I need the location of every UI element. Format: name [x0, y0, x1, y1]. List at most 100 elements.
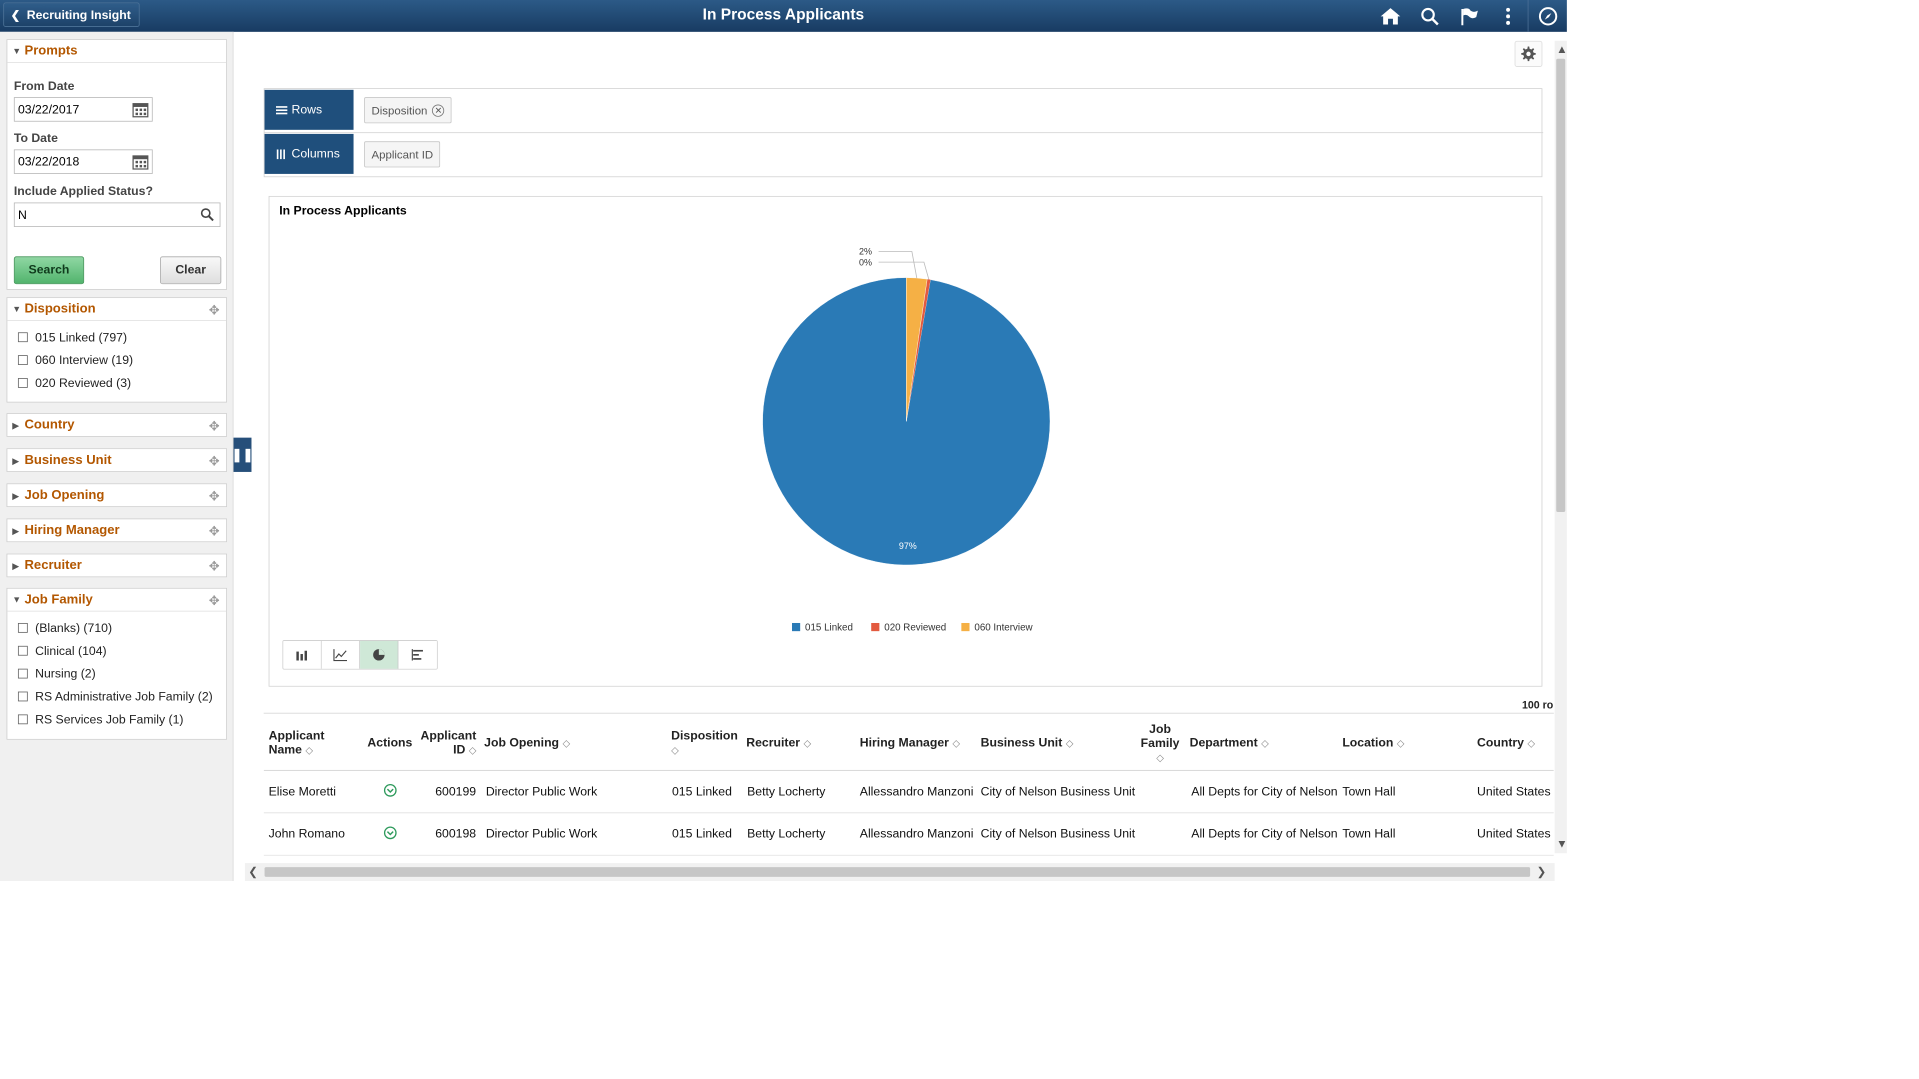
col-applicant-name[interactable]: Applicant Name ◇	[269, 729, 325, 758]
rows-chip[interactable]: Disposition ✕	[364, 97, 452, 124]
applied-status-field[interactable]: N	[13, 202, 221, 227]
prompts-header[interactable]: ▼ Prompts	[7, 40, 227, 63]
move-icon[interactable]: ✥	[209, 558, 220, 574]
action-chevron-icon[interactable]	[383, 783, 398, 801]
bar-chart-icon[interactable]	[283, 640, 322, 669]
from-date-field[interactable]: 03/22/2017	[13, 97, 153, 122]
country-facet[interactable]: ▶ Country ✥	[6, 413, 227, 437]
horizontal-scrollbar[interactable]: ❮ ❯	[244, 863, 1555, 882]
col-business-unit[interactable]: Business Unit ◇	[981, 736, 1074, 751]
calendar-icon[interactable]	[132, 101, 149, 118]
hiring-manager-facet[interactable]: ▶ Hiring Manager ✥	[6, 518, 227, 543]
col-job-opening[interactable]: Job Opening ◇	[484, 736, 570, 751]
sort-icon[interactable]: ◇	[1156, 752, 1164, 763]
sort-icon[interactable]: ◇	[562, 737, 570, 748]
move-icon[interactable]: ✥	[209, 453, 220, 469]
facet-option[interactable]: Nursing (2)	[7, 662, 226, 685]
move-icon[interactable]: ✥	[209, 488, 220, 504]
search-icon[interactable]	[1410, 0, 1449, 32]
col-country[interactable]: Country ◇	[1477, 736, 1535, 751]
horizontal-bar-chart-icon[interactable]	[398, 640, 437, 669]
facet-option[interactable]: 060 Interview (19)	[7, 349, 226, 372]
col-hiring-manager[interactable]: Hiring Manager ◇	[860, 736, 960, 751]
rows-label[interactable]: Rows	[264, 89, 354, 130]
scroll-right-icon[interactable]: ❯	[1537, 865, 1547, 879]
sort-icon[interactable]: ◇	[671, 745, 679, 756]
to-date-field[interactable]: 03/22/2018	[13, 149, 153, 174]
job-family-header[interactable]: ▼ Job Family ✥	[7, 589, 227, 612]
disposition-facet: ▼ Disposition ✥ 015 Linked (797) 060 Int…	[6, 297, 227, 403]
move-icon[interactable]: ✥	[209, 523, 220, 539]
checkbox[interactable]	[17, 332, 28, 343]
vertical-scrollbar[interactable]: ▲ ▼	[1554, 40, 1568, 854]
col-applicant-id[interactable]: Applicant ID ◇	[420, 729, 476, 758]
checkbox[interactable]	[17, 355, 28, 365]
legend-label[interactable]: 060 Interview	[974, 622, 1033, 633]
sort-icon[interactable]: ◇	[1261, 737, 1269, 748]
search-button[interactable]: Search	[13, 256, 85, 285]
header-label: Business Unit	[980, 735, 1063, 750]
checkbox[interactable]	[17, 622, 28, 633]
collapse-panel-button[interactable]: ❚❚	[232, 437, 253, 472]
facet-option[interactable]: (Blanks) (710)	[7, 616, 226, 639]
table-row[interactable]: John Romano 600198 Director Public Work …	[263, 813, 1554, 856]
table-row[interactable]: Elise Moretti 600199 Director Public Wor…	[263, 771, 1554, 814]
move-icon[interactable]: ✥	[209, 418, 220, 434]
business-unit-facet[interactable]: ▶ Business Unit ✥	[6, 448, 227, 472]
sort-icon[interactable]: ◇	[305, 745, 313, 756]
facet-option[interactable]: Clinical (104)	[7, 639, 226, 662]
facet-option[interactable]: 020 Reviewed (3)	[7, 372, 226, 395]
scrollbar-thumb[interactable]	[264, 867, 1531, 877]
scrollbar-thumb[interactable]	[1556, 58, 1566, 512]
columns-chip[interactable]: Applicant ID	[364, 141, 441, 168]
checkbox[interactable]	[17, 691, 28, 702]
more-vertical-icon[interactable]	[1488, 0, 1527, 32]
sort-icon[interactable]: ◇	[952, 737, 960, 748]
hiring-manager-title: Hiring Manager	[24, 523, 120, 538]
compass-icon[interactable]	[1527, 0, 1567, 32]
line-chart-icon[interactable]	[321, 640, 361, 669]
job-opening-facet[interactable]: ▶ Job Opening ✥	[6, 483, 227, 508]
sort-icon[interactable]: ◇	[1066, 737, 1074, 748]
sort-icon[interactable]: ◇	[469, 745, 477, 756]
col-department[interactable]: Department ◇	[1190, 736, 1269, 751]
action-chevron-icon[interactable]	[383, 825, 398, 843]
move-icon[interactable]: ✥	[209, 302, 220, 318]
legend-label[interactable]: 015 Linked	[805, 622, 853, 633]
facet-option[interactable]: 015 Linked (797)	[7, 326, 226, 349]
move-icon[interactable]: ✥	[209, 593, 220, 609]
scroll-down-icon[interactable]: ▼	[1556, 837, 1567, 850]
search-icon[interactable]	[200, 207, 216, 223]
col-recruiter[interactable]: Recruiter ◇	[746, 736, 811, 751]
recruiter-facet[interactable]: ▶ Recruiter ✥	[6, 553, 227, 578]
columns-label[interactable]: Columns	[264, 133, 354, 174]
left-panel: ▼ Prompts From Date 03/22/2017 To Date 0…	[0, 31, 234, 882]
scroll-up-icon[interactable]: ▲	[1556, 42, 1567, 55]
checkbox[interactable]	[17, 378, 28, 388]
remove-icon[interactable]: ✕	[432, 104, 445, 117]
cell-country: United States	[1477, 784, 1551, 799]
collapsed-triangle-icon: ▶	[12, 561, 20, 572]
sort-icon[interactable]: ◇	[803, 737, 811, 748]
col-disposition[interactable]: Disposition ◇	[671, 729, 738, 758]
pie-chart-icon[interactable]	[360, 640, 399, 669]
home-icon[interactable]	[1371, 0, 1410, 32]
checkbox[interactable]	[17, 645, 28, 656]
sort-icon[interactable]: ◇	[1527, 737, 1535, 748]
calendar-icon[interactable]	[132, 154, 149, 170]
legend-label[interactable]: 020 Reviewed	[884, 622, 946, 633]
settings-button[interactable]	[1514, 40, 1543, 67]
disposition-title: Disposition	[24, 301, 96, 316]
col-job-family[interactable]: Job Family ◇	[1141, 723, 1180, 765]
checkbox[interactable]	[17, 668, 28, 679]
scroll-left-icon[interactable]: ❮	[248, 865, 258, 879]
results-grid: Applicant Name ◇ Actions Applicant ID ◇ Jo…	[263, 712, 1554, 856]
flag-icon[interactable]	[1449, 0, 1488, 32]
facet-option[interactable]: RS Services Job Family (1)	[7, 708, 226, 731]
sort-icon[interactable]: ◇	[1397, 737, 1405, 748]
facet-option[interactable]: RS Administrative Job Family (2)	[7, 685, 226, 708]
clear-button[interactable]: Clear	[160, 256, 222, 285]
col-location[interactable]: Location ◇	[1342, 736, 1404, 751]
disposition-header[interactable]: ▼ Disposition ✥	[7, 298, 227, 321]
checkbox[interactable]	[17, 714, 28, 725]
